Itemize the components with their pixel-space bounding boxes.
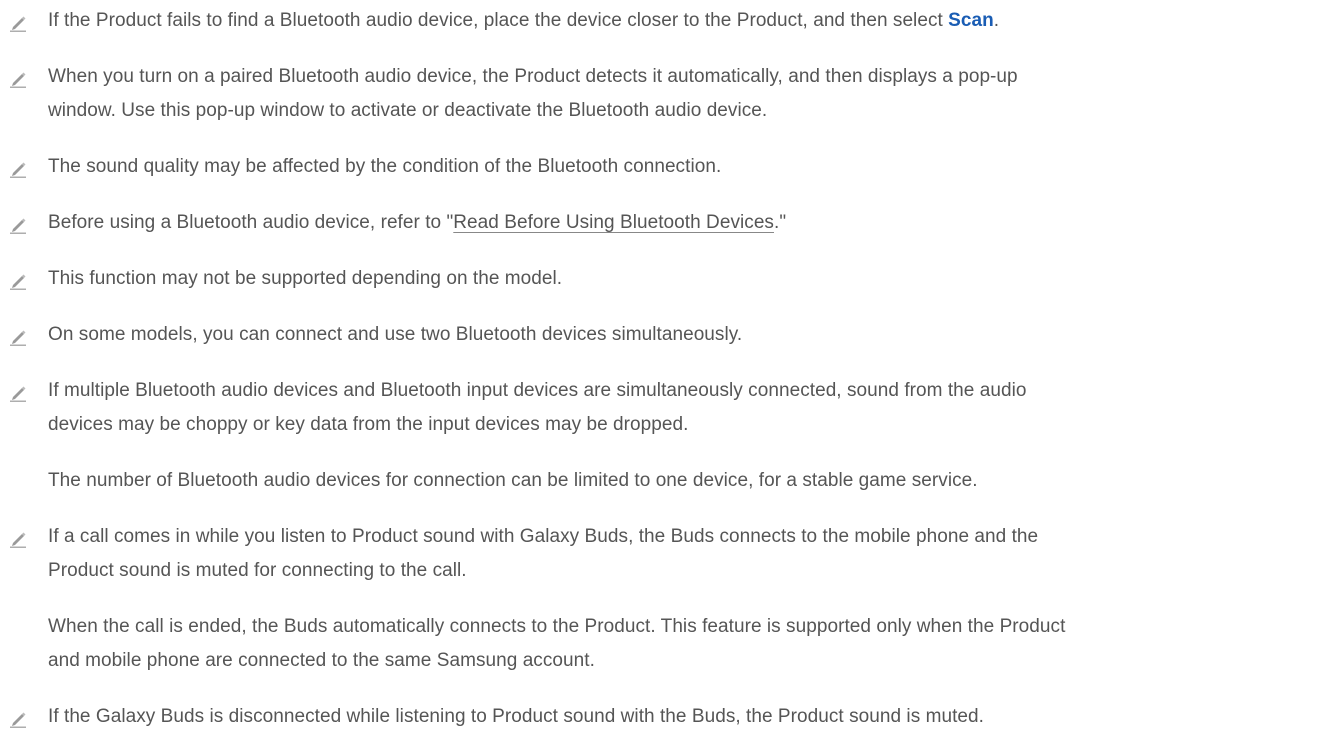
pencil-icon [10, 712, 26, 728]
pencil-icon [10, 16, 26, 32]
note-text: The sound quality may be affected by the… [48, 156, 722, 177]
scan-link[interactable]: Scan [948, 10, 994, 31]
note-text: If the Galaxy Buds is disconnected while… [48, 706, 984, 727]
pencil-icon [10, 218, 26, 234]
note-text: When you turn on a paired Bluetooth audi… [48, 66, 1018, 87]
note-text: If a call comes in while you listen to P… [48, 526, 1039, 547]
note-subtext: The number of Bluetooth audio devices fo… [48, 470, 978, 491]
note-text: window. Use this pop-up window to activa… [48, 100, 768, 121]
note-text: Product sound is muted for connecting to… [48, 560, 467, 581]
pencil-icon [10, 274, 26, 290]
note-text: If multiple Bluetooth audio devices and … [48, 380, 1027, 401]
note-text: This function may not be supported depen… [48, 268, 563, 289]
note-text: If the Product fails to find a Bluetooth… [48, 10, 1000, 31]
note-text: Before using a Bluetooth audio device, r… [48, 212, 787, 233]
pencil-icon [10, 386, 26, 402]
pencil-icon [10, 532, 26, 548]
pencil-icon [10, 162, 26, 178]
note-text: devices may be choppy or key data from t… [48, 414, 689, 435]
note-text: On some models, you can connect and use … [48, 324, 743, 345]
pencil-icon [10, 72, 26, 88]
note-subtext: When the call is ended, the Buds automat… [48, 616, 1066, 637]
pencil-icon [10, 330, 26, 346]
note-subtext: and mobile phone are connected to the sa… [48, 650, 595, 671]
read-before-using-bluetooth-link[interactable]: Read Before Using Bluetooth Devices [453, 212, 774, 233]
